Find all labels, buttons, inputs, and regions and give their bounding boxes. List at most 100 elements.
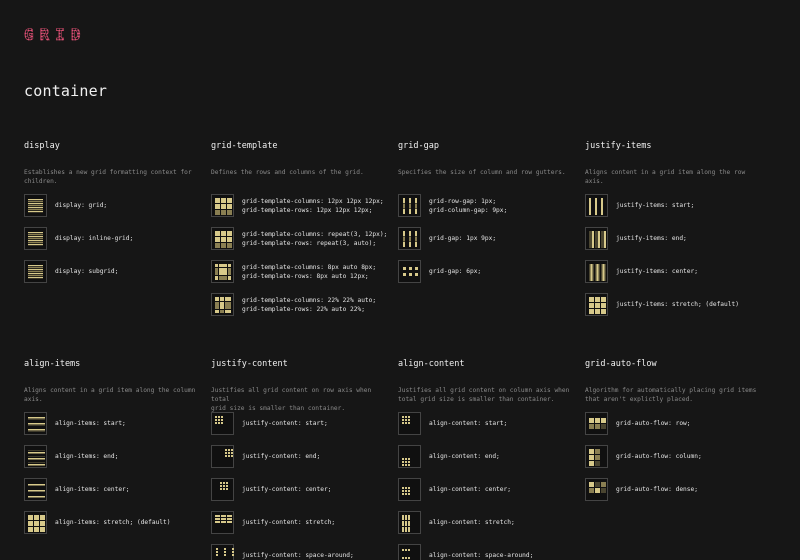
- example-row: grid-auto-flow: dense;: [585, 478, 765, 501]
- css-code: justify-items: end;: [616, 235, 687, 242]
- justify-items-start-icon: [585, 194, 608, 217]
- example-row: justify-items: center;: [585, 260, 765, 283]
- grid-template-percent-icon: [211, 293, 234, 316]
- column-title: grid-gap: [398, 141, 439, 151]
- css-code: grid-gap: 1px 9px;: [429, 235, 497, 242]
- css-code: align-items: stretch; (default): [55, 519, 171, 526]
- css-code: justify-items: center;: [616, 268, 698, 275]
- property-column-grid-template: grid-template Defines the rows and column…: [211, 140, 391, 326]
- column-title: grid-template: [211, 141, 278, 151]
- column-title: align-items: [24, 359, 81, 369]
- css-code: grid-row-gap: 1px; grid-column-gap: 9px;: [429, 197, 508, 214]
- css-code: grid-auto-flow: column;: [616, 453, 702, 460]
- css-code: align-items: center;: [55, 486, 130, 493]
- logo-letter-g: G: [24, 25, 35, 44]
- column-title: justify-content: [211, 359, 288, 369]
- css-code: align-content: start;: [429, 420, 508, 427]
- align-content-end-icon: [398, 445, 421, 468]
- css-code: grid-template-columns: 22% 22% auto; gri…: [242, 296, 377, 313]
- example-row: justify-content: space-around;: [211, 544, 391, 560]
- example-row: grid-auto-flow: row;: [585, 412, 765, 435]
- logo-letter-d: D: [70, 25, 82, 44]
- example-row: align-content: stretch;: [398, 511, 578, 534]
- property-column-align-content: align-content Justifies all grid content …: [398, 358, 578, 560]
- example-row: align-items: stretch; (default): [24, 511, 204, 534]
- logo-letter-i: I: [55, 25, 66, 44]
- example-row: grid-auto-flow: column;: [585, 445, 765, 468]
- css-code: justify-content: start;: [242, 420, 328, 427]
- justify-content-space-around-icon: [211, 544, 234, 560]
- css-code: grid-template-columns: repeat(3, 12px); …: [242, 230, 388, 247]
- grid-auto-flow-column-icon: [585, 445, 608, 468]
- example-row: grid-template-columns: 12px 12px 12px; g…: [211, 194, 391, 217]
- align-content-stretch-icon: [398, 511, 421, 534]
- align-content-space-around-icon: [398, 544, 421, 560]
- example-row: display: grid;: [24, 194, 204, 217]
- css-code: display: grid;: [55, 202, 108, 209]
- align-items-end-icon: [24, 445, 47, 468]
- align-content-center-icon: [398, 478, 421, 501]
- grid-template-auto-icon: [211, 260, 234, 283]
- property-column-display: display Establishes a new grid formatting…: [24, 140, 204, 293]
- css-code: align-content: end;: [429, 453, 500, 460]
- css-code: grid-template-columns: 12px 12px 12px; g…: [242, 197, 384, 214]
- example-row: align-items: end;: [24, 445, 204, 468]
- grid-gap-row-column-icon: [398, 194, 421, 217]
- example-row: align-content: center;: [398, 478, 578, 501]
- css-code: grid-auto-flow: row;: [616, 420, 691, 427]
- align-items-stretch-icon: [24, 511, 47, 534]
- column-title: justify-items: [585, 141, 652, 151]
- css-code: align-content: stretch;: [429, 519, 515, 526]
- justify-items-stretch-icon: [585, 293, 608, 316]
- example-row: justify-content: center;: [211, 478, 391, 501]
- column-title: grid-auto-flow: [585, 359, 657, 369]
- css-code: justify-content: center;: [242, 486, 332, 493]
- display-subgrid-icon: [24, 260, 47, 283]
- css-code: align-content: center;: [429, 486, 511, 493]
- property-column-justify-items: justify-items Aligns content in a grid it…: [585, 140, 765, 326]
- column-description: Justifies all grid content on row axis w…: [211, 387, 372, 412]
- example-row: align-content: end;: [398, 445, 578, 468]
- css-code: justify-content: space-around;: [242, 552, 354, 559]
- property-column-grid-gap: grid-gap Specifies the size of column and…: [398, 140, 578, 293]
- column-description: Establishes a new grid formatting contex…: [24, 169, 192, 185]
- logo-letter-r: R: [39, 25, 51, 44]
- column-description: Aligns content in a grid item along the …: [24, 387, 196, 403]
- grid-template-repeat-icon: [211, 227, 234, 250]
- css-code: align-items: end;: [55, 453, 119, 460]
- example-row: justify-content: start;: [211, 412, 391, 435]
- display-grid-icon: [24, 194, 47, 217]
- justify-content-start-icon: [211, 412, 234, 435]
- align-items-start-icon: [24, 412, 47, 435]
- column-title: align-content: [398, 359, 465, 369]
- example-row: grid-template-columns: 22% 22% auto; gri…: [211, 293, 391, 316]
- justify-items-center-icon: [585, 260, 608, 283]
- justify-content-stretch-icon: [211, 511, 234, 534]
- grid-template-fixed-icon: [211, 194, 234, 217]
- justify-items-end-icon: [585, 227, 608, 250]
- css-code: grid-template-columns: 8px auto 8px; gri…: [242, 263, 377, 280]
- example-row: grid-template-columns: repeat(3, 12px); …: [211, 227, 391, 250]
- property-column-align-items: align-items Aligns content in a grid item…: [24, 358, 204, 544]
- css-code: align-items: start;: [55, 420, 126, 427]
- example-row: justify-items: stretch; (default): [585, 293, 765, 316]
- grid-auto-flow-dense-icon: [585, 478, 608, 501]
- example-row: justify-content: end;: [211, 445, 391, 468]
- example-row: grid-row-gap: 1px; grid-column-gap: 9px;: [398, 194, 578, 217]
- css-code: justify-content: stretch;: [242, 519, 336, 526]
- grid-logo: G R I D: [24, 25, 82, 44]
- column-description: Aligns content in a grid item along the …: [585, 169, 746, 185]
- grid-gap-two-value-icon: [398, 227, 421, 250]
- example-row: align-items: center;: [24, 478, 204, 501]
- css-code: grid-gap: 6px;: [429, 268, 482, 275]
- example-row: display: inline-grid;: [24, 227, 204, 250]
- example-row: align-content: start;: [398, 412, 578, 435]
- css-code: grid-auto-flow: dense;: [616, 486, 698, 493]
- align-items-center-icon: [24, 478, 47, 501]
- example-row: grid-template-columns: 8px auto 8px; gri…: [211, 260, 391, 283]
- property-column-justify-content: justify-content Justifies all grid conten…: [211, 358, 391, 560]
- example-row: grid-gap: 6px;: [398, 260, 578, 283]
- column-description: Algorithm for automatically placing grid…: [585, 387, 757, 403]
- justify-content-end-icon: [211, 445, 234, 468]
- example-row: grid-gap: 1px 9px;: [398, 227, 578, 250]
